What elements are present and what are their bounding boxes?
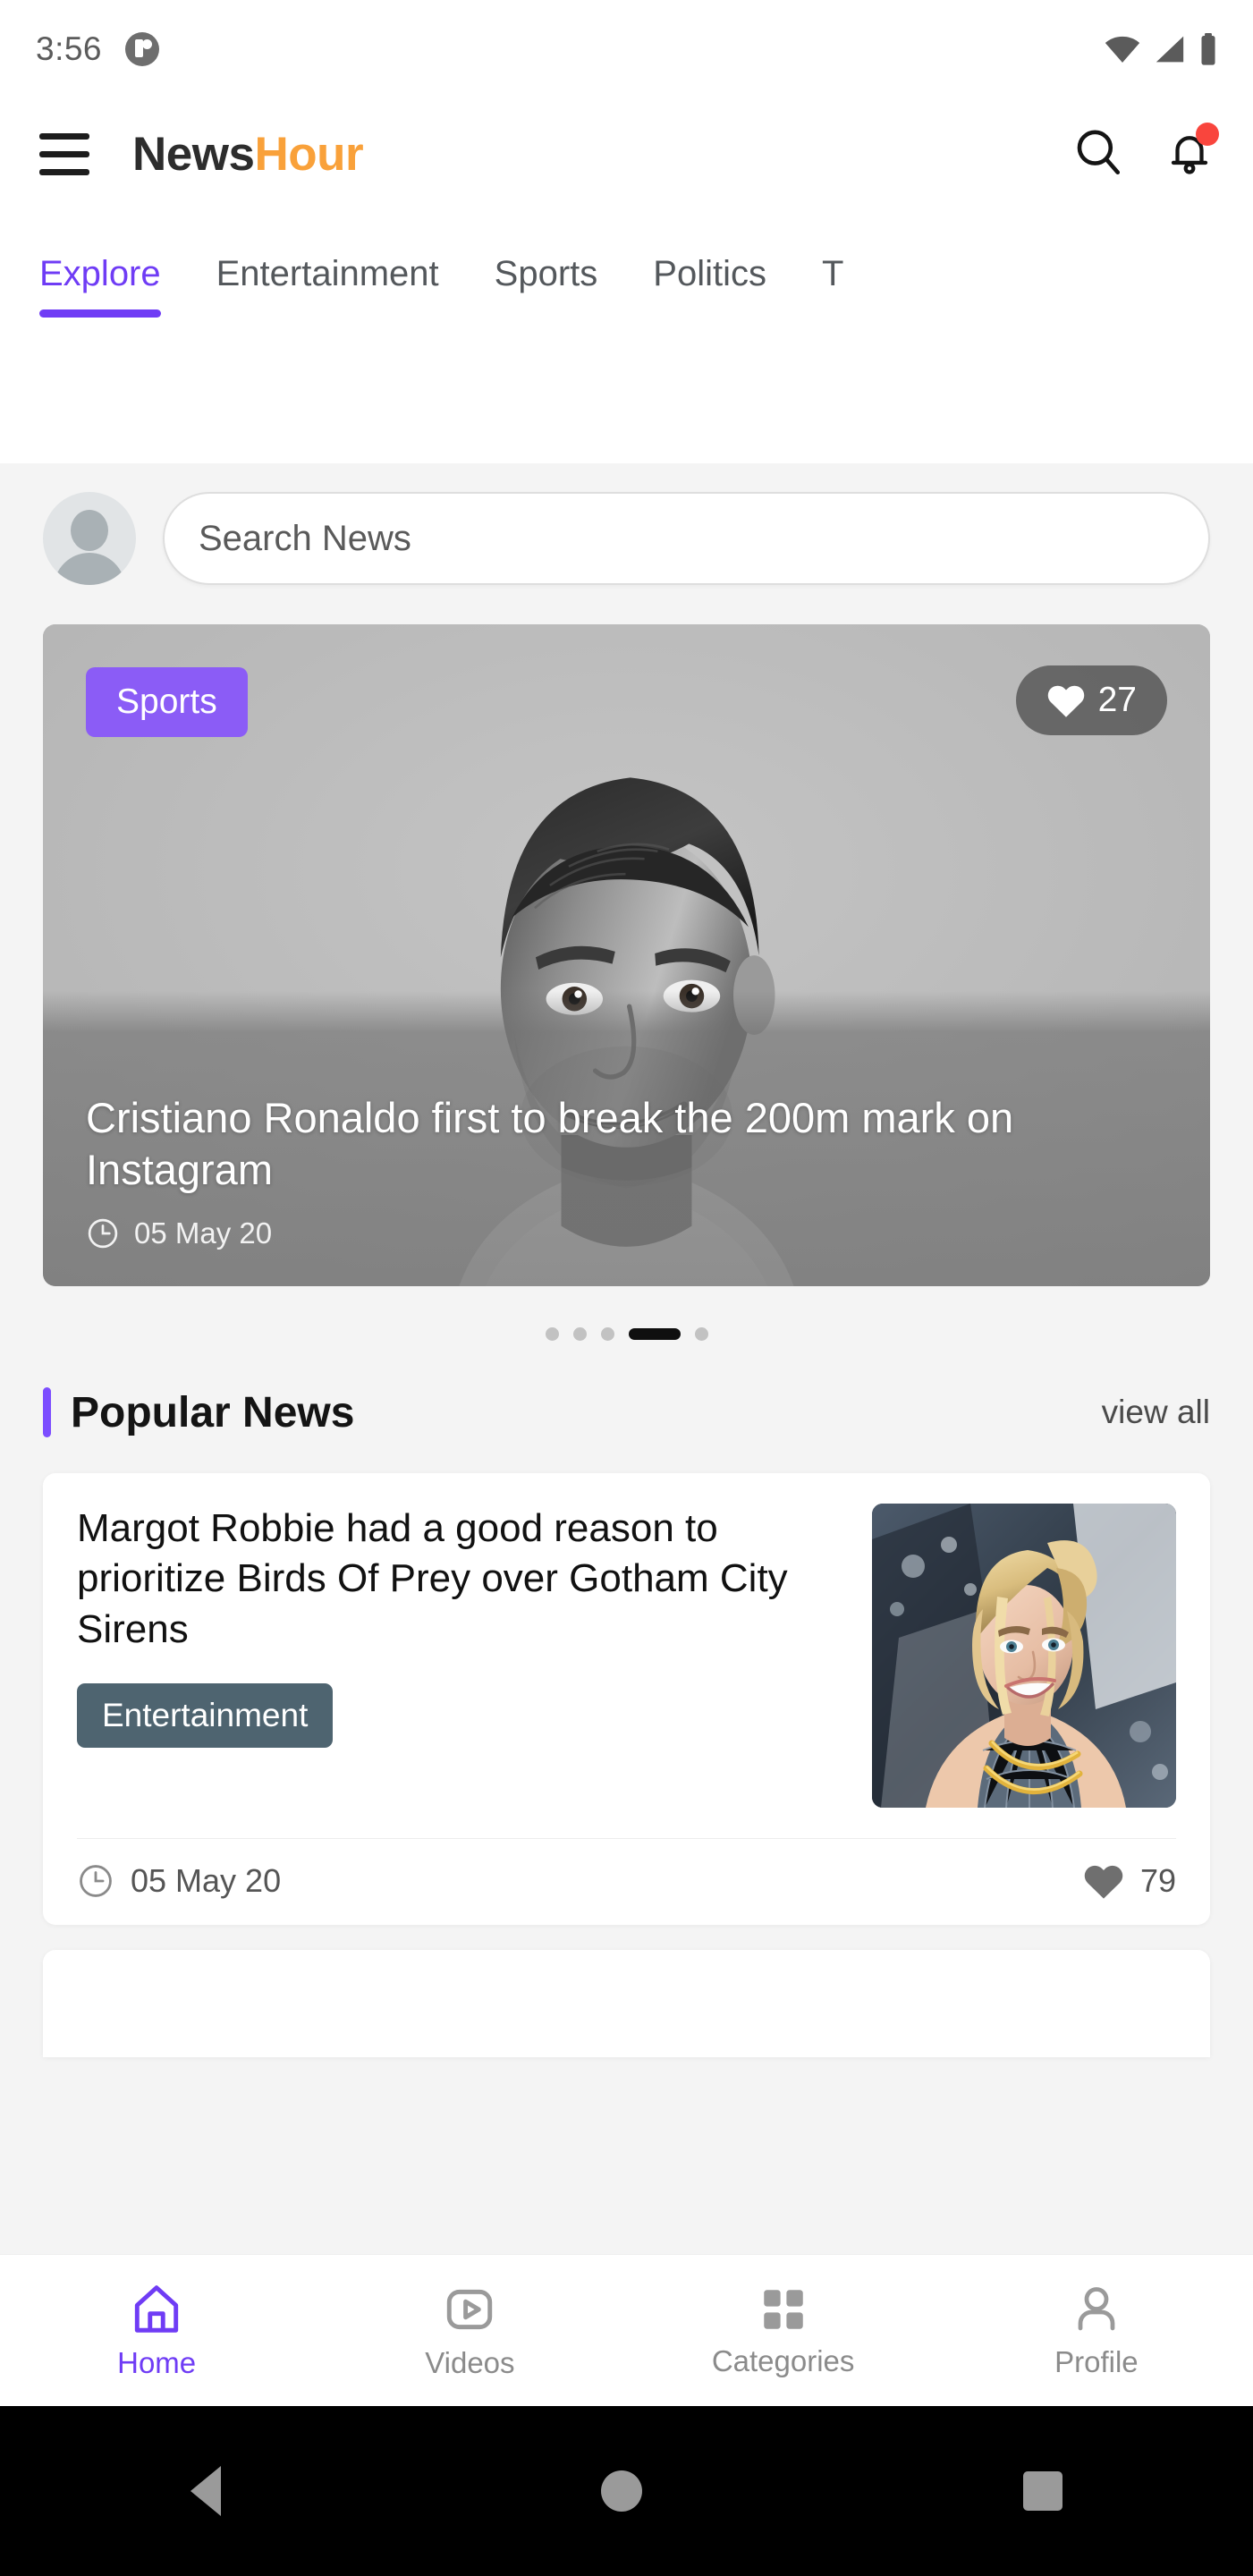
hamburger-line — [39, 133, 89, 140]
app-bar: NewsHour — [0, 98, 1253, 210]
nav-label-categories: Categories — [711, 2343, 855, 2377]
article-thumbnail-image — [872, 1504, 1176, 1808]
search-input[interactable] — [199, 518, 1174, 559]
news-category-badge[interactable]: Entertainment — [77, 1682, 334, 1748]
nav-label-profile: Profile — [1054, 2344, 1139, 2378]
featured-text-block: Cristiano Ronaldo first to break the 200… — [86, 1092, 1156, 1250]
video-play-icon — [447, 2289, 493, 2329]
news-thumbnail — [872, 1504, 1176, 1808]
tab-label: T — [821, 254, 844, 293]
hamburger-line — [39, 169, 89, 175]
search-button[interactable] — [1072, 126, 1124, 182]
news-like-count: 79 — [1139, 1862, 1176, 1899]
heart-filled-icon — [1047, 685, 1084, 717]
news-card-text: Margot Robbie had a good reason to prior… — [77, 1504, 847, 1808]
phone-screen: 3:56 NewsHour Explore Entertainment Spor… — [0, 0, 1253, 2576]
tab-label: Politics — [653, 254, 766, 293]
wifi-icon — [1105, 36, 1140, 63]
clock-icon — [88, 1218, 118, 1249]
user-avatar[interactable] — [43, 492, 136, 585]
android-back-icon[interactable] — [190, 2466, 221, 2516]
app-logo: NewsHour — [132, 127, 364, 182]
news-article-title: Margot Robbie had a good reason to prior… — [77, 1506, 788, 1651]
carousel-dot[interactable] — [600, 1327, 614, 1341]
avatar-head — [71, 510, 108, 551]
brand-name-part2: Hour — [254, 128, 364, 181]
nav-item-home[interactable]: Home — [0, 2282, 313, 2380]
battery-full-icon — [1201, 33, 1215, 65]
home-icon — [134, 2284, 179, 2333]
tab-technology[interactable]: T — [822, 254, 843, 318]
tab-label: Sports — [494, 254, 598, 293]
carousel-dot[interactable] — [572, 1327, 587, 1341]
category-tabs: Explore Entertainment Sports Politics T — [0, 210, 1253, 318]
popular-news-header: Popular News view all — [43, 1387, 1210, 1437]
nav-label-videos: Videos — [425, 2345, 515, 2379]
featured-article-date: 05 May 20 — [134, 1216, 273, 1250]
featured-article-card[interactable]: Sports 27 Cristiano Ronaldo first to bre… — [43, 624, 1210, 1286]
android-recents-icon[interactable] — [1023, 2471, 1063, 2511]
grid-icon — [763, 2289, 803, 2329]
heart-filled-icon — [1084, 1865, 1123, 1899]
nav-item-videos[interactable]: Videos — [313, 2282, 626, 2380]
hamburger-menu-icon[interactable] — [39, 133, 89, 175]
nav-item-profile[interactable]: Profile — [940, 2283, 1253, 2379]
featured-like-count: 27 — [1097, 681, 1137, 719]
carousel-dot[interactable] — [545, 1327, 559, 1341]
tab-explore[interactable]: Explore — [39, 254, 161, 318]
clock-icon — [80, 1865, 112, 1897]
featured-article-meta: 05 May 20 — [86, 1216, 1156, 1250]
app-bar-actions — [1072, 123, 1219, 182]
android-navigation-bar — [0, 2406, 1253, 2576]
status-bar-icons — [1105, 33, 1217, 65]
tab-sports[interactable]: Sports — [495, 254, 598, 318]
status-bar: 3:56 — [0, 0, 1253, 98]
bottom-navigation: Home Videos Categories Profile — [0, 2254, 1253, 2406]
tab-politics[interactable]: Politics — [653, 254, 766, 318]
person-icon — [1078, 2286, 1115, 2330]
view-all-link[interactable]: view all — [1102, 1394, 1210, 1431]
news-article-date: 05 May 20 — [131, 1862, 282, 1899]
nav-item-categories[interactable]: Categories — [627, 2284, 940, 2378]
section-title: Popular News — [71, 1388, 355, 1436]
brand-name-part1: News — [132, 128, 255, 181]
search-icon — [1077, 130, 1121, 175]
news-like-group[interactable]: 79 — [1083, 1862, 1176, 1900]
carousel-indicator — [0, 1327, 1253, 1341]
clock-app-icon — [125, 32, 160, 66]
cellular-signal-icon — [1156, 36, 1184, 63]
search-field-wrapper[interactable] — [163, 492, 1210, 585]
notifications-button[interactable] — [1165, 123, 1219, 182]
news-date-group: 05 May 20 — [77, 1862, 281, 1900]
tab-entertainment[interactable]: Entertainment — [216, 254, 439, 318]
status-bar-time: 3:56 — [36, 30, 103, 67]
search-row — [0, 463, 1253, 585]
news-list-item-partial[interactable] — [43, 1950, 1210, 2057]
featured-article-title: Cristiano Ronaldo first to break the 200… — [86, 1094, 1014, 1193]
featured-category-badge[interactable]: Sports — [86, 667, 248, 737]
avatar-body — [54, 553, 125, 585]
news-card-body: Margot Robbie had a good reason to prior… — [77, 1504, 1176, 1808]
featured-like-pill[interactable]: 27 — [1015, 665, 1167, 735]
nav-label-home: Home — [117, 2345, 197, 2379]
hamburger-line — [39, 151, 89, 157]
carousel-dot-active[interactable] — [628, 1328, 681, 1340]
news-card-footer: 05 May 20 79 — [77, 1838, 1176, 1925]
notification-badge — [1196, 123, 1219, 146]
section-accent-bar — [43, 1387, 51, 1437]
tab-label: Entertainment — [216, 254, 439, 293]
main-content: Sports 27 Cristiano Ronaldo first to bre… — [0, 463, 1253, 2254]
carousel-dot[interactable] — [694, 1327, 708, 1341]
tab-label: Explore — [39, 254, 161, 293]
android-home-icon[interactable] — [601, 2470, 643, 2512]
news-list-item[interactable]: Margot Robbie had a good reason to prior… — [43, 1473, 1210, 1925]
